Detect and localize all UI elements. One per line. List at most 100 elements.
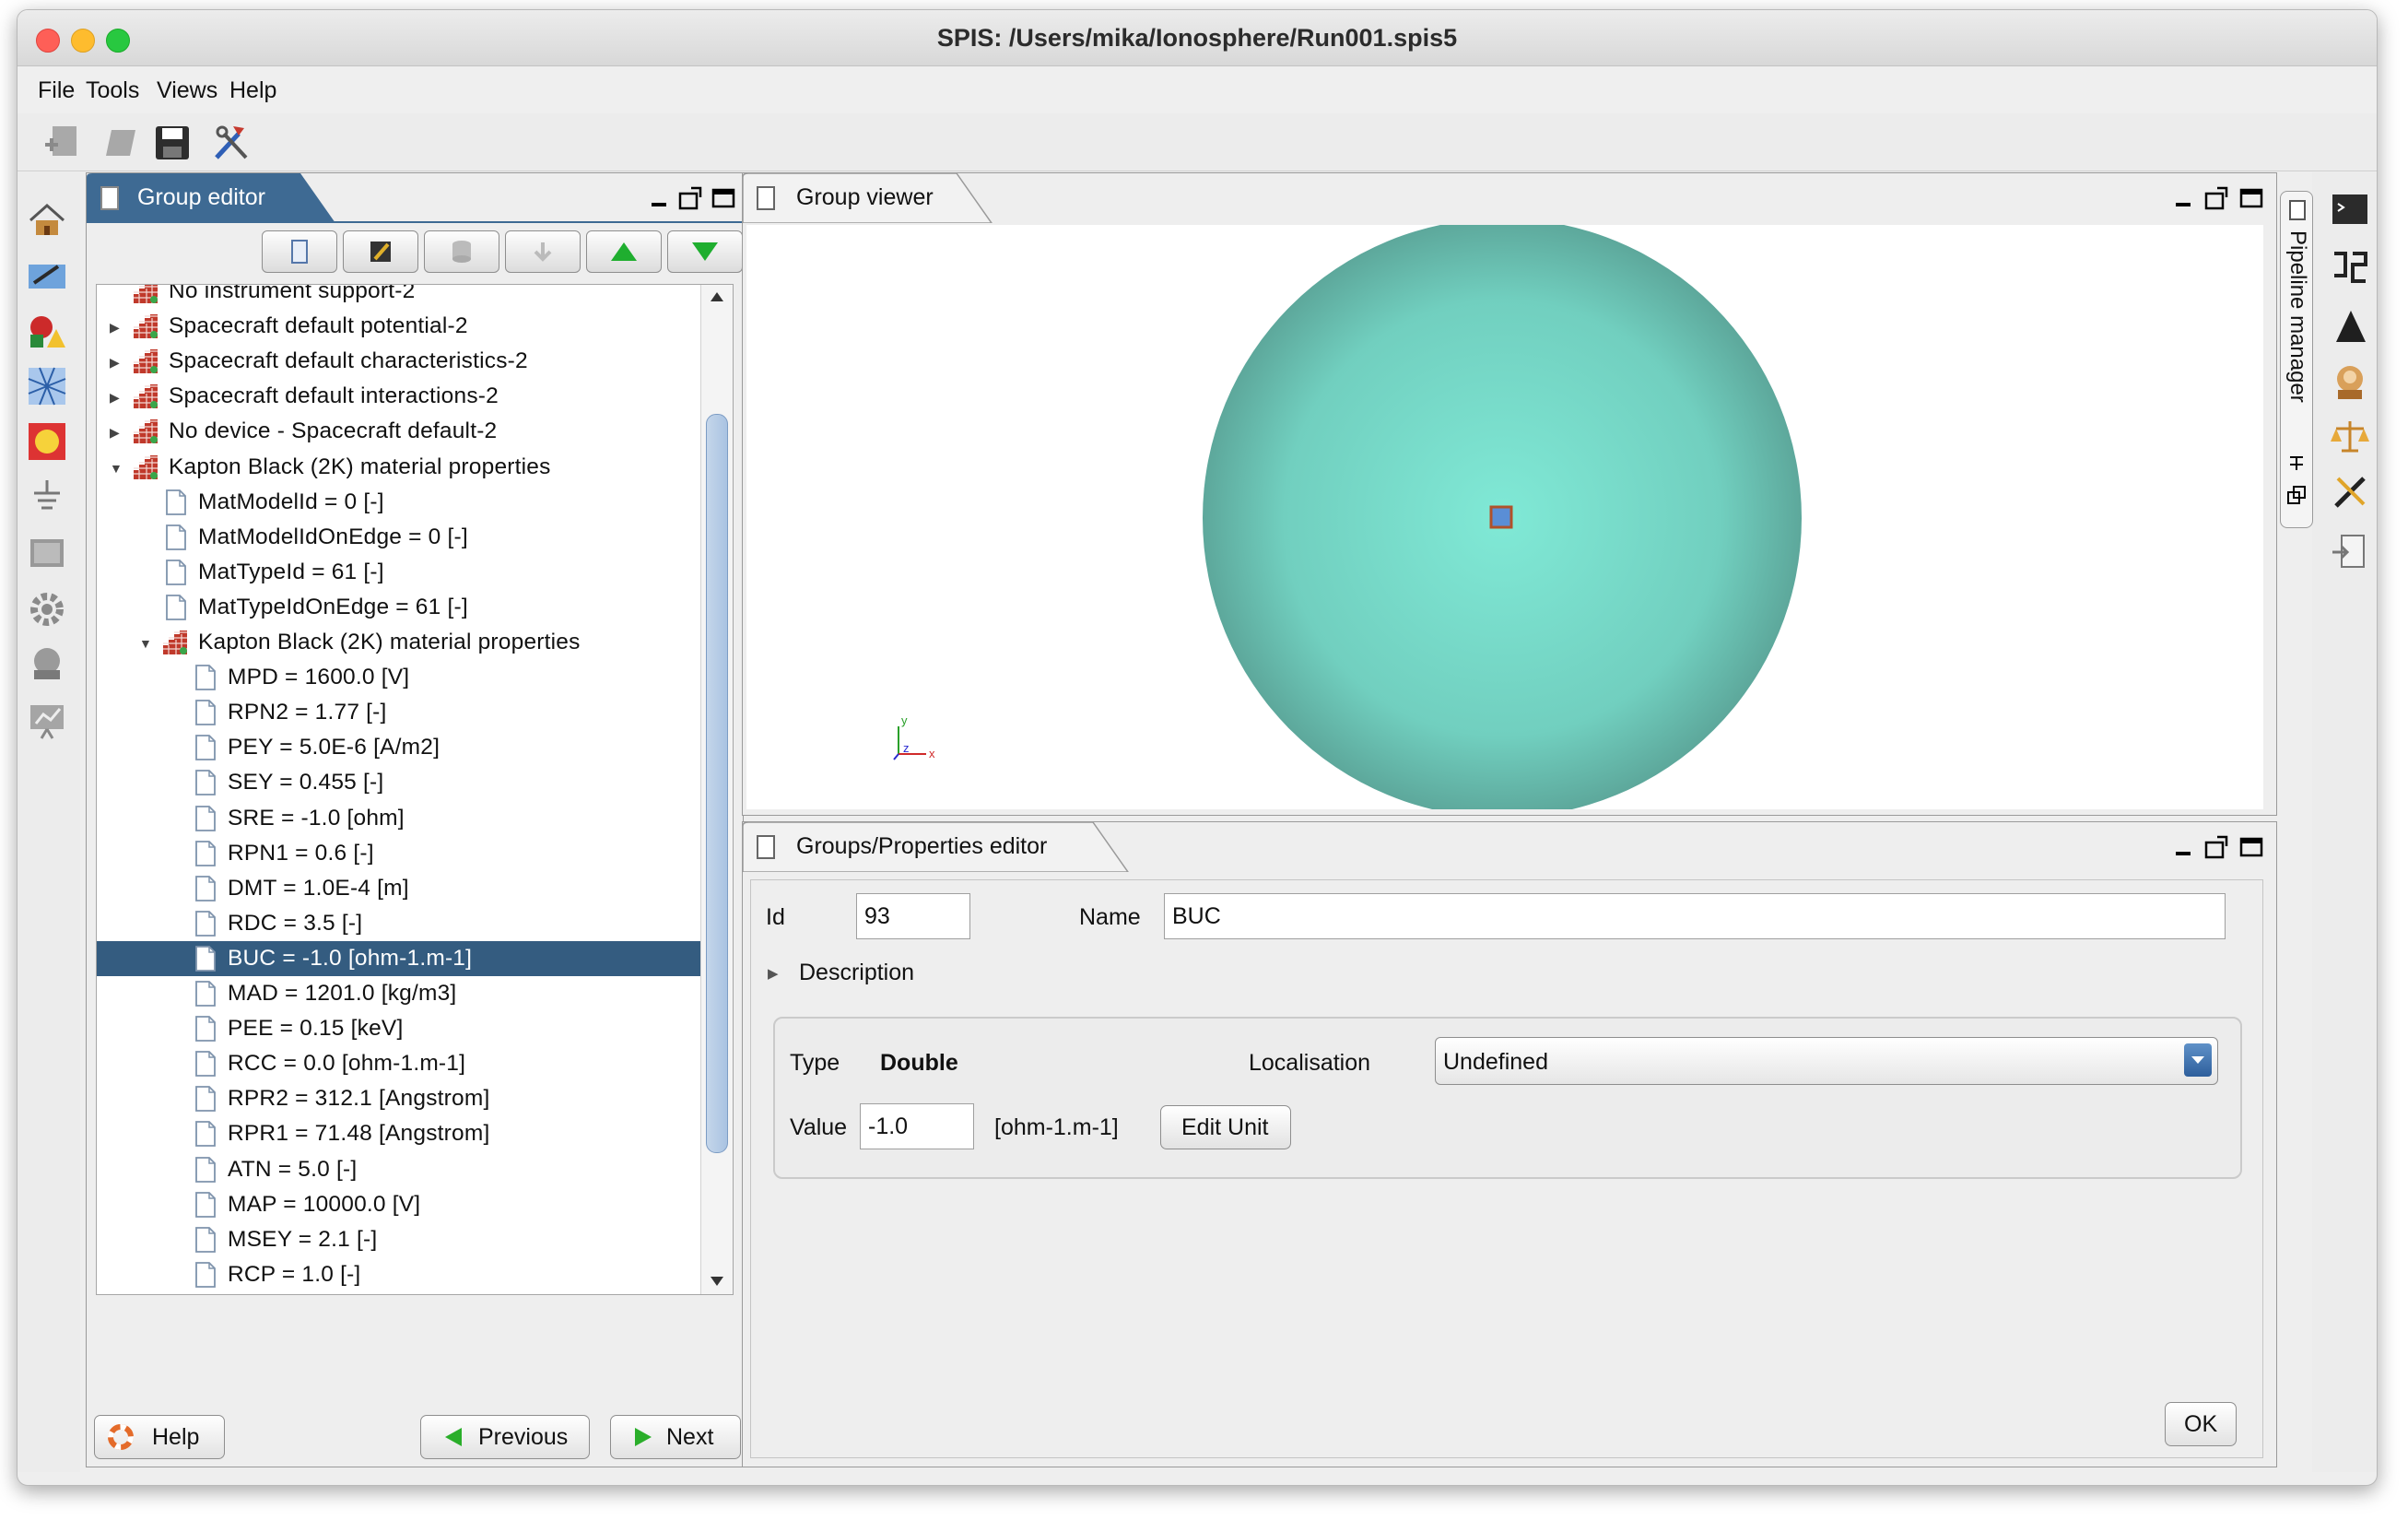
scroll-down-icon[interactable] — [709, 1275, 725, 1288]
group-tree[interactable]: FaceGroup - 601▶ElecNode-00 (Spacecraft … — [96, 284, 734, 1295]
tree-item[interactable]: RDC = 3.5 [-] — [97, 906, 700, 941]
tree-item[interactable]: MPD = 1600.0 [V] — [97, 660, 700, 695]
tree-item[interactable]: MatTypeId = 61 [-] — [97, 555, 700, 590]
tree-item[interactable]: MSEY = 2.1 [-] — [97, 1222, 700, 1257]
home-icon[interactable] — [27, 200, 67, 241]
menu-file[interactable]: File — [38, 77, 75, 104]
localisation-select[interactable]: Undefined — [1435, 1037, 2218, 1085]
tree-item[interactable]: ▶ Spacecraft default potential-2 — [97, 309, 700, 344]
import-group-button[interactable] — [505, 230, 581, 273]
tree-item[interactable]: SRE = -1.0 [ohm] — [97, 801, 700, 836]
tree-item[interactable]: RPN1 = 0.6 [-] — [97, 836, 700, 871]
edit-unit-button[interactable]: Edit Unit — [1160, 1105, 1291, 1149]
previous-button[interactable]: Previous — [420, 1415, 590, 1459]
dropdown-button[interactable] — [2184, 1043, 2212, 1077]
menu-tools[interactable]: Tools — [86, 77, 139, 104]
tree-item[interactable]: IPE = 140.0 [keV] — [97, 1292, 700, 1294]
delete-group-button[interactable] — [424, 230, 499, 273]
expand-arrow-icon[interactable]: ▶ — [110, 425, 120, 441]
move-up-button[interactable] — [586, 230, 662, 273]
tree-item[interactable]: MAP = 10000.0 [V] — [97, 1187, 700, 1222]
terminal-icon[interactable] — [2331, 191, 2369, 230]
open-project-icon[interactable] — [100, 123, 141, 163]
tree-item[interactable]: No instrument support-2 — [97, 285, 700, 309]
tree-item[interactable]: ▼ Kapton Black (2K) material properties — [97, 625, 700, 660]
post-processing-icon[interactable] — [27, 700, 67, 740]
minimize-panel-icon[interactable] — [2173, 186, 2193, 210]
tree-item[interactable]: RPN2 = 1.77 [-] — [97, 695, 700, 730]
tree-item[interactable]: RPR1 = 71.48 [Angstrom] — [97, 1116, 700, 1151]
next-button[interactable]: Next — [610, 1415, 741, 1459]
tab-group-editor[interactable]: Group editor — [87, 173, 743, 223]
expand-arrow-icon[interactable]: ▶ — [110, 320, 120, 336]
menu-views[interactable]: Views — [157, 77, 217, 104]
tree-item[interactable]: ▶ No device - Spacecraft default-2 — [97, 414, 700, 449]
minimize-panel-icon[interactable] — [649, 186, 669, 210]
move-down-button[interactable] — [667, 230, 743, 273]
maximize-panel-icon[interactable] — [2239, 835, 2263, 859]
settings-gear-icon[interactable] — [27, 589, 67, 630]
undock-panel-icon[interactable] — [2204, 186, 2228, 210]
tree-item[interactable]: ATN = 5.0 [-] — [97, 1152, 700, 1187]
ok-button[interactable]: OK — [2165, 1402, 2237, 1446]
mesh-icon[interactable] — [27, 366, 67, 407]
tab-pipeline-manager[interactable]: Pipeline manager — [2280, 191, 2313, 528]
tree-item[interactable]: ▼ Kapton Black (2K) material properties — [97, 450, 700, 485]
rename-group-button[interactable] — [343, 230, 418, 273]
pin-icon[interactable] — [2286, 452, 2307, 472]
tree-scrollbar[interactable] — [700, 285, 733, 1294]
collapse-arrow-icon[interactable]: ▼ — [139, 636, 152, 651]
value-field[interactable]: -1.0 — [860, 1103, 974, 1149]
tree-item[interactable]: PEY = 5.0E-6 [A/m2] — [97, 730, 700, 765]
scroll-up-icon[interactable] — [709, 290, 725, 303]
tree-item[interactable]: MatModelId = 0 [-] — [97, 485, 700, 520]
tree-item[interactable]: SEY = 0.455 [-] — [97, 765, 700, 800]
cad-shapes-icon[interactable] — [27, 311, 67, 351]
undock-panel-icon[interactable] — [678, 186, 702, 210]
tree-item[interactable]: MAD = 1201.0 [kg/m3] — [97, 976, 700, 1011]
user-avatar-icon[interactable] — [2331, 362, 2369, 401]
tab-properties-editor[interactable]: Groups/Properties editor — [743, 822, 2276, 872]
tree-item[interactable]: RPR2 = 312.1 [Angstrom] — [97, 1081, 700, 1116]
tree-item[interactable]: MatTypeIdOnEdge = 61 [-] — [97, 590, 700, 625]
geometry-tool-icon[interactable] — [27, 255, 67, 296]
tree-item[interactable]: PEE = 0.15 [keV] — [97, 1011, 700, 1046]
electrical-circuit-icon[interactable] — [27, 477, 67, 517]
maximize-panel-icon[interactable] — [711, 186, 735, 210]
expand-arrow-icon[interactable]: ▶ — [110, 355, 120, 371]
spacecraft-sphere-render[interactable]: y z x — [746, 225, 2263, 809]
maximize-panel-icon[interactable] — [2239, 186, 2263, 210]
collapse-arrow-icon[interactable]: ▼ — [110, 461, 123, 476]
description-expand-icon[interactable]: ▶ — [768, 965, 779, 982]
name-field[interactable]: BUC — [1164, 893, 2226, 939]
menu-help[interactable]: Help — [229, 77, 276, 104]
save-icon[interactable] — [152, 123, 193, 163]
balance-scale-icon[interactable] — [2331, 418, 2369, 456]
edit-group-button[interactable] — [262, 230, 337, 273]
tree-item[interactable]: DMT = 1.0E-4 [m] — [97, 871, 700, 906]
tree-item[interactable]: RCC = 0.0 [ohm-1.m-1] — [97, 1046, 700, 1081]
tree-item[interactable]: ▶ Spacecraft default interactions-2 — [97, 379, 700, 414]
scrollbar-thumb[interactable] — [706, 414, 728, 1153]
tools-icon[interactable] — [211, 123, 252, 163]
solver-icon[interactable] — [27, 534, 67, 574]
new-project-icon[interactable] — [41, 123, 82, 163]
help-button[interactable]: Help — [94, 1415, 225, 1459]
3d-viewport[interactable]: y z x — [746, 225, 2263, 809]
undock-panel-icon[interactable] — [2204, 835, 2228, 859]
export-document-icon[interactable] — [2331, 532, 2369, 571]
build-tools-icon[interactable] — [2331, 473, 2369, 512]
group-editor-icon[interactable] — [27, 421, 67, 462]
tree-item[interactable]: RCP = 1.0 [-] — [97, 1257, 700, 1292]
surface-view-icon[interactable] — [2331, 307, 2369, 346]
tab-group-viewer[interactable]: Group viewer — [743, 173, 2276, 223]
description-label[interactable]: Description — [799, 960, 914, 986]
minimize-panel-icon[interactable] — [2173, 835, 2193, 859]
expand-arrow-icon[interactable]: ▶ — [110, 390, 120, 406]
tree-item-selected[interactable]: BUC = -1.0 [ohm-1.m-1] — [97, 940, 700, 976]
id-field[interactable]: 93 — [856, 893, 970, 939]
tree-item[interactable]: ▶ Spacecraft default characteristics-2 — [97, 344, 700, 379]
jython-console-icon[interactable] — [2331, 248, 2369, 287]
simulation-icon[interactable] — [27, 644, 67, 685]
restore-panel-icon[interactable] — [2286, 485, 2307, 505]
